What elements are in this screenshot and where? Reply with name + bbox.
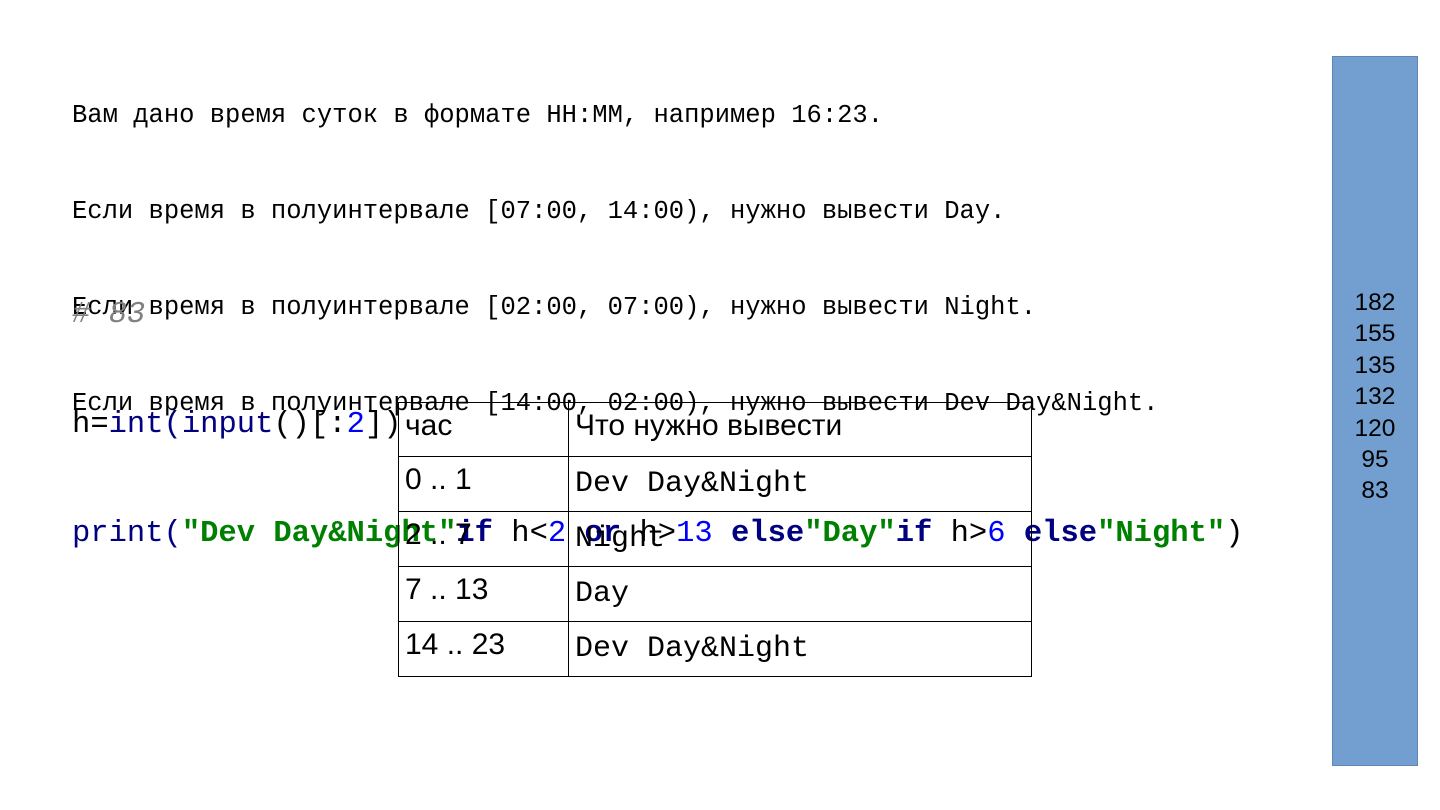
builtin-token: int bbox=[108, 407, 164, 442]
comment-token: # 83 bbox=[72, 298, 146, 332]
hour-cell: 0 .. 1 bbox=[398, 456, 569, 512]
task-line: Вам дано время суток в формате HH:MM, на… bbox=[72, 101, 884, 130]
output-cell: Dev Day&Night bbox=[568, 621, 1032, 677]
header-cell-hour: час bbox=[398, 402, 569, 457]
op-token: = bbox=[90, 407, 109, 442]
hour-cell: 14 .. 23 bbox=[398, 621, 569, 677]
builtin-token: print bbox=[72, 517, 164, 551]
table-row: 7 .. 13 Day bbox=[398, 566, 1032, 622]
number-token: 2 bbox=[346, 407, 365, 442]
score-value: 132 bbox=[1354, 383, 1396, 411]
score-value: 83 bbox=[1361, 477, 1389, 505]
score-sidebar: 182 155 135 132 120 95 83 bbox=[1332, 56, 1418, 766]
table-row: 2 .. 7 Night bbox=[398, 511, 1032, 567]
score-value: 135 bbox=[1354, 351, 1396, 379]
paren-token: ( bbox=[163, 517, 182, 551]
op-token: ()[: bbox=[273, 407, 347, 442]
score-value: 155 bbox=[1354, 320, 1396, 348]
table-header-row: час Что нужно вывести bbox=[398, 402, 1032, 457]
score-value: 120 bbox=[1354, 414, 1396, 442]
score-list: 182 155 135 132 120 95 83 bbox=[1333, 287, 1417, 507]
code-comment: # 83 bbox=[72, 297, 1244, 334]
score-value: 182 bbox=[1354, 289, 1396, 316]
var-token: h bbox=[72, 407, 91, 442]
hour-output-table: час Что нужно вывести 0 .. 1 Dev Day&Nig… bbox=[398, 402, 1032, 677]
output-cell: Dev Day&Night bbox=[568, 456, 1032, 512]
output-cell: Night bbox=[568, 511, 1032, 567]
output-cell: Day bbox=[568, 566, 1032, 622]
string-token: "Night" bbox=[1097, 517, 1226, 551]
hour-cell: 7 .. 13 bbox=[398, 566, 569, 622]
hour-cell: 2 .. 7 bbox=[398, 511, 569, 567]
paren-token: ( bbox=[163, 407, 182, 442]
builtin-token: input bbox=[181, 407, 274, 442]
paren-token: ) bbox=[1225, 517, 1244, 551]
score-value: 95 bbox=[1361, 445, 1389, 473]
table-row: 14 .. 23 Dev Day&Night bbox=[398, 621, 1032, 677]
table-row: 0 .. 1 Dev Day&Night bbox=[398, 456, 1032, 512]
op-token: ]) bbox=[364, 407, 402, 442]
header-cell-output: Что нужно вывести bbox=[568, 402, 1032, 457]
